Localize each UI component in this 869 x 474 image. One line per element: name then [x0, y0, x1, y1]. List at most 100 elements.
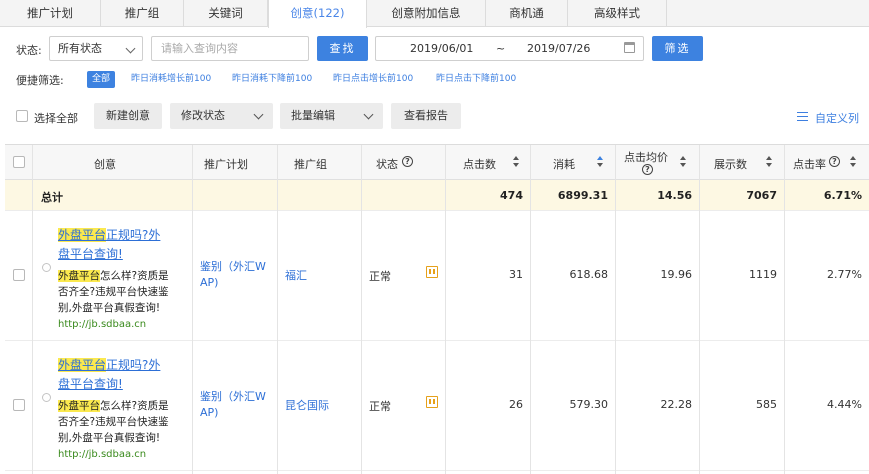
group-link[interactable]: 福汇 — [285, 268, 307, 284]
ad-title-link[interactable]: 外盘平台正规吗?外 盘平台查询! — [58, 226, 176, 264]
header-clicks[interactable]: 点击数 — [463, 156, 496, 172]
edit-icon[interactable] — [426, 266, 438, 278]
date-end: 2019/07/26 — [527, 42, 591, 55]
ad-display-url: http://jb.sdbaa.cn — [58, 319, 147, 330]
column-divider — [699, 145, 700, 474]
quick-filter-cost-up[interactable]: 昨日消耗增长前100 — [131, 71, 211, 88]
quick-filter-clicks-down[interactable]: 昨日点击下降前100 — [436, 71, 516, 88]
keyword-highlight: 外盘平台 — [58, 228, 107, 242]
sort-ctr-icon[interactable] — [850, 156, 857, 169]
select-all-checkbox[interactable] — [16, 110, 28, 122]
keyword-highlight: 外盘平台 — [58, 270, 100, 282]
bulk-edit-dropdown[interactable]: 批量编辑 — [280, 103, 383, 129]
row-checkbox[interactable] — [13, 269, 25, 281]
row-checkbox[interactable] — [13, 399, 25, 411]
ctr-value: 2.77% — [827, 268, 862, 281]
chevron-down-icon — [125, 43, 136, 54]
header-cpc[interactable]: 点击均价 — [624, 149, 668, 165]
row-radio[interactable] — [42, 393, 51, 402]
ctr-value: 4.44% — [827, 398, 862, 411]
total-cost: 6899.31 — [557, 189, 608, 202]
plan-text: AP) — [200, 276, 219, 289]
column-divider — [277, 145, 278, 474]
ad-desc-text: 否齐全?违规平台快速鉴 — [58, 416, 169, 428]
quick-filter-clicks-up[interactable]: 昨日点击增长前100 — [333, 71, 413, 88]
status-select[interactable]: 所有状态 — [49, 36, 143, 61]
sort-cost-icon[interactable] — [597, 156, 604, 169]
select-all-label: 选择全部 — [34, 112, 78, 125]
ad-description: 外盘平台怎么样?资质是 否齐全?违规平台快速鉴 别,外盘平台真假查询! — [58, 398, 188, 446]
ad-desc-text: 怎么样?资质是 — [100, 270, 169, 282]
chevron-down-icon — [363, 109, 374, 120]
plan-text: 鉴别（外汇W — [200, 260, 266, 273]
impressions-value: 1119 — [749, 268, 777, 281]
status-select-value: 所有状态 — [58, 42, 102, 55]
help-icon[interactable]: ? — [829, 156, 840, 167]
column-divider — [445, 145, 446, 474]
search-input[interactable] — [151, 36, 309, 61]
column-divider — [32, 145, 33, 474]
clicks-value: 31 — [509, 268, 523, 281]
ad-desc-text: 别,外盘平台真假查询! — [58, 302, 161, 314]
tab-creatives[interactable]: 创意(122) — [268, 0, 367, 28]
header-checkbox[interactable] — [13, 156, 25, 168]
calendar-icon — [624, 42, 635, 53]
quick-filter-cost-down[interactable]: 昨日消耗下降前100 — [232, 71, 312, 88]
column-divider — [361, 145, 362, 474]
header-creative: 创意 — [94, 158, 116, 171]
tab-keywords[interactable]: 关键词 — [184, 0, 268, 27]
total-label: 总计 — [41, 191, 63, 204]
help-icon[interactable]: ? — [642, 164, 653, 175]
search-button[interactable]: 查找 — [317, 36, 368, 61]
filter-button[interactable]: 筛选 — [652, 36, 703, 61]
table-row: 外盘平台正规吗?外 盘平台查询! 外盘平台怎么样?资质是 否齐全?违规平台快速鉴 别,… — [5, 341, 869, 471]
plan-text: 鉴别（外汇W — [200, 390, 266, 403]
column-divider — [784, 145, 785, 474]
row-radio[interactable] — [42, 263, 51, 272]
column-divider — [615, 145, 616, 474]
quick-filter-all[interactable]: 全部 — [87, 71, 116, 88]
cpc-value: 22.28 — [660, 398, 693, 411]
sort-clicks-icon[interactable] — [513, 156, 520, 169]
new-creative-button[interactable]: 新建创意 — [94, 103, 162, 129]
date-range-picker[interactable]: 2019/06/01 ~ 2019/07/26 — [375, 36, 644, 61]
ad-title-text: 正规吗?外 — [106, 358, 161, 372]
ad-title-link[interactable]: 外盘平台正规吗?外盘平台查询! — [58, 356, 176, 394]
status-text: 正常 — [369, 400, 391, 413]
creative-table: 创意 推广计划 推广组 状态 ? 点击数 消耗 点击均价 ? 展示数 点击率 ?… — [5, 144, 869, 474]
sort-impressions-icon[interactable] — [766, 156, 773, 169]
view-report-button[interactable]: 查看报告 — [391, 103, 461, 129]
clicks-value: 26 — [509, 398, 523, 411]
column-divider — [530, 145, 531, 474]
header-group: 推广组 — [294, 158, 327, 171]
ad-title-text: 盘平台查询! — [58, 247, 123, 261]
tab-advanced-styles[interactable]: 高级样式 — [568, 0, 667, 27]
tab-ad-groups[interactable]: 推广组 — [101, 0, 184, 27]
total-clicks: 474 — [500, 189, 523, 202]
tab-business-leads[interactable]: 商机通 — [486, 0, 568, 27]
edit-icon[interactable] — [426, 396, 438, 408]
help-icon[interactable]: ? — [402, 156, 413, 167]
tab-campaigns[interactable]: 推广计划 — [0, 0, 101, 27]
header-cost[interactable]: 消耗 — [553, 156, 575, 172]
keyword-highlight: 外盘平台 — [58, 358, 107, 372]
total-impressions: 7067 — [746, 189, 777, 202]
custom-columns-link[interactable]: 自定义列 — [815, 110, 859, 126]
date-separator: ~ — [496, 42, 506, 55]
ad-title-text: 盘平台查询! — [58, 377, 123, 391]
ad-description: 外盘平台怎么样?资质是 否齐全?违规平台快速鉴 别,外盘平台真假查询! — [58, 268, 188, 316]
status-text: 正常 — [369, 270, 391, 283]
date-start: 2019/06/01 — [410, 42, 474, 55]
column-divider — [192, 145, 193, 474]
tab-creative-extensions[interactable]: 创意附加信息 — [367, 0, 486, 27]
plan-link[interactable]: 鉴别（外汇W AP) — [200, 259, 266, 291]
sort-cpc-icon[interactable] — [680, 156, 687, 169]
modify-status-label: 修改状态 — [181, 109, 225, 122]
modify-status-dropdown[interactable]: 修改状态 — [170, 103, 273, 129]
group-link[interactable]: 昆仑国际 — [285, 398, 329, 414]
keyword-highlight: 外盘平台 — [58, 400, 100, 412]
header-ctr[interactable]: 点击率 — [793, 156, 826, 172]
plan-link[interactable]: 鉴别（外汇W AP) — [200, 389, 266, 421]
header-impressions[interactable]: 展示数 — [714, 156, 747, 172]
total-ctr: 6.71% — [823, 189, 862, 202]
